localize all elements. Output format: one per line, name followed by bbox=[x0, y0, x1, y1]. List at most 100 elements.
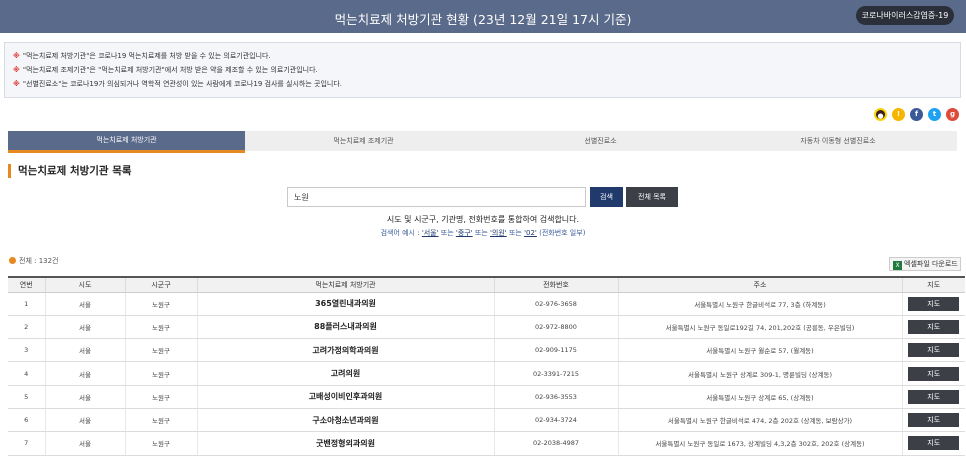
table-row: 6 서울 노원구 구소아청소년과의원 02-934-3724 서울특별시 노원구… bbox=[8, 408, 965, 433]
cell-map: 지도 bbox=[901, 338, 965, 363]
cell-name: 고려가정의학과의원 bbox=[196, 338, 494, 363]
table-row: 2 서울 노원구 88플러스내과의원 02-972-8800 서울특별시 노원구… bbox=[8, 315, 965, 340]
example-link-sigungu[interactable]: '중구' bbox=[456, 229, 473, 237]
cell-sigungu: 노원구 bbox=[124, 408, 197, 433]
page-header: 먹는치료제 처방기관 현황 (23년 12월 21일 17시 기준) 코로나바이… bbox=[0, 0, 966, 33]
cell-sido: 서울 bbox=[44, 431, 125, 456]
map-button[interactable]: 지도 bbox=[908, 436, 960, 451]
map-button[interactable]: 지도 bbox=[908, 389, 960, 404]
map-button[interactable]: 지도 bbox=[908, 366, 960, 381]
notice-line: ※ "먹는치료제 조제기관"은 "먹는치료제 처방기관"에서 처방 받은 약을 제… bbox=[13, 63, 960, 77]
tab-prescription-institutions[interactable]: 먹는치료제 처방기관 bbox=[8, 131, 245, 153]
notice-box: ※ "먹는치료제 처방기관"은 코로나19 먹는치료제를 처방 받을 수 있는 의… bbox=[4, 42, 961, 98]
search-input[interactable] bbox=[287, 187, 586, 207]
show-all-button[interactable]: 전체 목록 bbox=[626, 187, 678, 207]
tab-screening-clinics[interactable]: 선별진료소 bbox=[482, 131, 719, 151]
cell-sigungu: 노원구 bbox=[124, 361, 197, 386]
cell-map: 지도 bbox=[901, 408, 965, 433]
cell-name: 굿밴정형외과의원 bbox=[196, 431, 494, 456]
notice-mark: ※ bbox=[13, 66, 20, 74]
total-count-text: 전체 : 132건 bbox=[19, 257, 59, 265]
tab-drive-thru-clinics[interactable]: 자동차 이동형 선별진료소 bbox=[719, 131, 957, 151]
cell-address: 서울특별시 노원구 동일로192길 74, 201,202호 (공릉동, 우은빌… bbox=[617, 315, 902, 340]
column-header-phone: 전화번호 bbox=[493, 276, 618, 293]
table-row: 4 서울 노원구 고려의원 02-3391-7215 서울특별시 노원구 상계로… bbox=[8, 361, 965, 386]
cell-map: 지도 bbox=[901, 385, 965, 409]
table-row: 3 서울 노원구 고려가정의학과의원 02-909-1175 서울특별시 노원구… bbox=[8, 338, 965, 363]
example-link-sido[interactable]: '서울' bbox=[422, 229, 439, 237]
cell-sido: 서울 bbox=[44, 385, 125, 409]
notice-text: "먹는치료제 처방기관"은 코로나19 먹는치료제를 처방 받을 수 있는 의료… bbox=[22, 52, 271, 60]
total-count: 전체 : 132건 bbox=[9, 256, 59, 266]
bullet-icon bbox=[9, 257, 16, 264]
map-button[interactable]: 지도 bbox=[908, 319, 960, 334]
table-row: 1 서울 노원구 365열린내과의원 02-976-3658 서울특별시 노원구… bbox=[8, 292, 965, 316]
notice-text: "선별진료소"는 코로나19가 의심되거나 역학적 연관성이 있는 사람에게 코… bbox=[22, 80, 343, 88]
cell-no: 1 bbox=[8, 292, 45, 316]
cell-address: 서울특별시 노원구 상계로 309-1, 명륜빌딩 (상계동) bbox=[617, 361, 902, 386]
facebook-icon[interactable]: f bbox=[910, 108, 923, 121]
cell-address: 서울특별시 노원구 한글비석로 474, 2층 202호 (상계동, 보람상가) bbox=[617, 408, 902, 433]
cell-name: 고려의원 bbox=[196, 361, 494, 386]
notice-mark: ※ bbox=[13, 52, 20, 60]
tab-dispensing-institutions[interactable]: 먹는치료제 조제기관 bbox=[245, 131, 482, 151]
cell-sigungu: 노원구 bbox=[124, 385, 197, 409]
column-header-map: 지도 bbox=[901, 276, 965, 293]
notice-text: "먹는치료제 조제기관"은 "먹는치료제 처방기관"에서 처방 받은 약을 제조… bbox=[22, 66, 318, 74]
corona-home-button[interactable]: 코로나바이러스감염증-19 bbox=[856, 6, 954, 25]
cell-phone: 02-976-3658 bbox=[493, 292, 618, 316]
cell-address: 서울특별시 노원구 상계로 65, (상계동) bbox=[617, 385, 902, 409]
cell-phone: 02-909-1175 bbox=[493, 338, 618, 363]
cell-sido: 서울 bbox=[44, 408, 125, 433]
example-suffix: (전화번호 일부) bbox=[539, 229, 586, 237]
cell-no: 7 bbox=[8, 431, 45, 456]
search-button[interactable]: 검색 bbox=[590, 187, 623, 207]
search-hint: 시도 및 시군구, 기관명, 전화번호를 통합하여 검색합니다. bbox=[386, 215, 580, 224]
cell-no: 4 bbox=[8, 361, 45, 386]
cell-sigungu: 노원구 bbox=[124, 338, 197, 363]
example-prefix: 검색어 예시 : bbox=[380, 229, 420, 237]
google-plus-icon[interactable]: g bbox=[946, 108, 959, 121]
kakaotalk-icon[interactable]: ● bbox=[874, 108, 887, 121]
column-header-sigungu: 시군구 bbox=[124, 276, 197, 293]
share-icons: ● ! f t g bbox=[874, 108, 960, 122]
cell-phone: 02-2038-4987 bbox=[493, 431, 618, 456]
excel-download-button[interactable]: X 엑셀파일 다운로드 bbox=[889, 257, 961, 271]
table-header-row: 연번 시도 시군구 먹는치료제 처방기관 전화번호 주소 지도 bbox=[8, 276, 965, 293]
cell-sigungu: 노원구 bbox=[124, 292, 197, 316]
example-link-name[interactable]: '의원' bbox=[490, 229, 507, 237]
example-or: 또는 bbox=[508, 229, 522, 237]
example-or: 또는 bbox=[474, 229, 488, 237]
cell-sido: 서울 bbox=[44, 338, 125, 363]
notice-line: ※ "먹는치료제 처방기관"은 코로나19 먹는치료제를 처방 받을 수 있는 의… bbox=[13, 49, 960, 63]
cell-address: 서울특별시 노원구 한글비석로 77, 3층 (하계동) bbox=[617, 292, 902, 316]
cell-name: 365열린내과의원 bbox=[196, 292, 494, 316]
cell-map: 지도 bbox=[901, 361, 965, 386]
example-link-phone[interactable]: '02' bbox=[524, 229, 537, 237]
column-header-sido: 시도 bbox=[44, 276, 125, 293]
cell-no: 2 bbox=[8, 315, 45, 340]
notice-line: ※ "선별진료소"는 코로나19가 의심되거나 역학적 연관성이 있는 사람에게 … bbox=[13, 77, 960, 91]
map-button[interactable]: 지도 bbox=[908, 413, 960, 428]
excel-icon: X bbox=[893, 261, 902, 270]
column-header-name: 먹는치료제 처방기관 bbox=[196, 276, 494, 293]
search-example: 검색어 예시 : '서울' 또는 '중구' 또는 '의원' 또는 '02' (전… bbox=[0, 228, 966, 238]
map-button[interactable]: 지도 bbox=[908, 343, 960, 358]
table-row: 5 서울 노원구 고배성이비인후과의원 02-936-3553 서울특별시 노원… bbox=[8, 385, 965, 409]
cell-name: 구소아청소년과의원 bbox=[196, 408, 494, 433]
cell-sido: 서울 bbox=[44, 292, 125, 316]
column-header-no: 연번 bbox=[8, 276, 45, 293]
twitter-icon[interactable]: t bbox=[928, 108, 941, 121]
page-title: 먹는치료제 처방기관 현황 (23년 12월 21일 17시 기준) bbox=[334, 12, 632, 27]
cell-map: 지도 bbox=[901, 292, 965, 316]
cell-map: 지도 bbox=[901, 315, 965, 340]
cell-phone: 02-3391-7215 bbox=[493, 361, 618, 386]
cell-phone: 02-936-3553 bbox=[493, 385, 618, 409]
cell-address: 서울특별시 노원구 월순로 57, (월계동) bbox=[617, 338, 902, 363]
cell-sigungu: 노원구 bbox=[124, 431, 197, 456]
institution-table: 연번 시도 시군구 먹는치료제 처방기관 전화번호 주소 지도 1 서울 노원구… bbox=[8, 276, 965, 456]
cell-phone: 02-972-8800 bbox=[493, 315, 618, 340]
column-header-address: 주소 bbox=[617, 276, 902, 293]
map-button[interactable]: 지도 bbox=[908, 296, 960, 311]
kakaostory-icon[interactable]: ! bbox=[892, 108, 905, 121]
